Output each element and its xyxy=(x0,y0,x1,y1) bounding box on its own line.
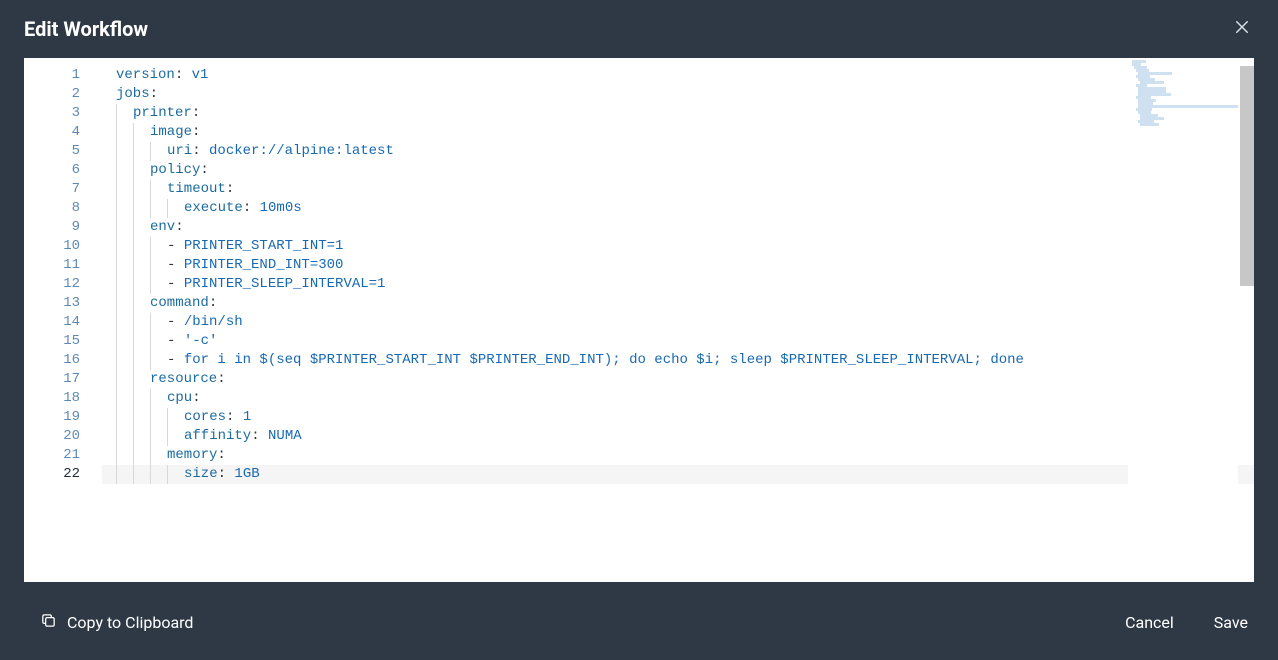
line-number: 6 xyxy=(24,161,80,180)
close-button[interactable] xyxy=(1230,17,1254,41)
line-number: 19 xyxy=(24,408,80,427)
code-line[interactable]: printer: xyxy=(102,104,1254,123)
dialog-footer: Copy to Clipboard Cancel Save xyxy=(0,589,1278,660)
code-line[interactable]: uri: docker://alpine:latest xyxy=(102,142,1254,161)
line-number: 18 xyxy=(24,389,80,408)
line-number: 10 xyxy=(24,237,80,256)
code-line[interactable]: resource: xyxy=(102,370,1254,389)
code-line[interactable]: timeout: xyxy=(102,180,1254,199)
line-number: 20 xyxy=(24,427,80,446)
copy-icon xyxy=(40,612,57,633)
line-number: 21 xyxy=(24,446,80,465)
code-line[interactable]: - PRINTER_END_INT=300 xyxy=(102,256,1254,275)
code-line[interactable]: - for i in $(seq $PRINTER_START_INT $PRI… xyxy=(102,351,1254,370)
save-button[interactable]: Save xyxy=(1208,607,1254,638)
code-line[interactable]: - '-c' xyxy=(102,332,1254,351)
code-line[interactable]: execute: 10m0s xyxy=(102,199,1254,218)
copy-label: Copy to Clipboard xyxy=(67,613,193,632)
code-line[interactable]: env: xyxy=(102,218,1254,237)
line-number: 11 xyxy=(24,256,80,275)
cancel-button[interactable]: Cancel xyxy=(1119,607,1180,638)
code-line[interactable]: memory: xyxy=(102,446,1254,465)
code-line[interactable]: image: xyxy=(102,123,1254,142)
line-number: 3 xyxy=(24,104,80,123)
footer-actions: Cancel Save xyxy=(1119,607,1254,638)
code-line[interactable]: - PRINTER_SLEEP_INTERVAL=1 xyxy=(102,275,1254,294)
code-line[interactable]: policy: xyxy=(102,161,1254,180)
line-number: 2 xyxy=(24,85,80,104)
code-line[interactable]: cpu: xyxy=(102,389,1254,408)
dialog-header: Edit Workflow xyxy=(0,0,1278,58)
code-line[interactable]: command: xyxy=(102,294,1254,313)
line-number: 22 xyxy=(24,465,80,484)
line-number: 7 xyxy=(24,180,80,199)
code-line[interactable]: size: 1GB xyxy=(102,465,1254,484)
scrollbar-thumb[interactable] xyxy=(1240,66,1254,286)
close-icon xyxy=(1233,18,1251,40)
code-editor[interactable]: 12345678910111213141516171819202122 vers… xyxy=(24,58,1254,582)
line-number-gutter: 12345678910111213141516171819202122 xyxy=(24,66,102,582)
copy-to-clipboard-button[interactable]: Copy to Clipboard xyxy=(40,612,193,633)
line-number: 14 xyxy=(24,313,80,332)
code-line[interactable]: - PRINTER_START_INT=1 xyxy=(102,237,1254,256)
line-number: 12 xyxy=(24,275,80,294)
line-number: 4 xyxy=(24,123,80,142)
line-number: 5 xyxy=(24,142,80,161)
code-line[interactable]: cores: 1 xyxy=(102,408,1254,427)
line-number: 15 xyxy=(24,332,80,351)
line-number: 13 xyxy=(24,294,80,313)
line-number: 1 xyxy=(24,66,80,85)
code-content[interactable]: version: v1jobs:printer:image:uri: docke… xyxy=(102,66,1254,582)
line-number: 16 xyxy=(24,351,80,370)
line-number: 8 xyxy=(24,199,80,218)
code-line[interactable]: - /bin/sh xyxy=(102,313,1254,332)
line-number: 9 xyxy=(24,218,80,237)
line-number: 17 xyxy=(24,370,80,389)
minimap[interactable] xyxy=(1128,58,1238,582)
code-line[interactable]: version: v1 xyxy=(102,66,1254,85)
code-line[interactable]: affinity: NUMA xyxy=(102,427,1254,446)
code-line[interactable]: jobs: xyxy=(102,85,1254,104)
dialog-title: Edit Workflow xyxy=(24,17,148,41)
